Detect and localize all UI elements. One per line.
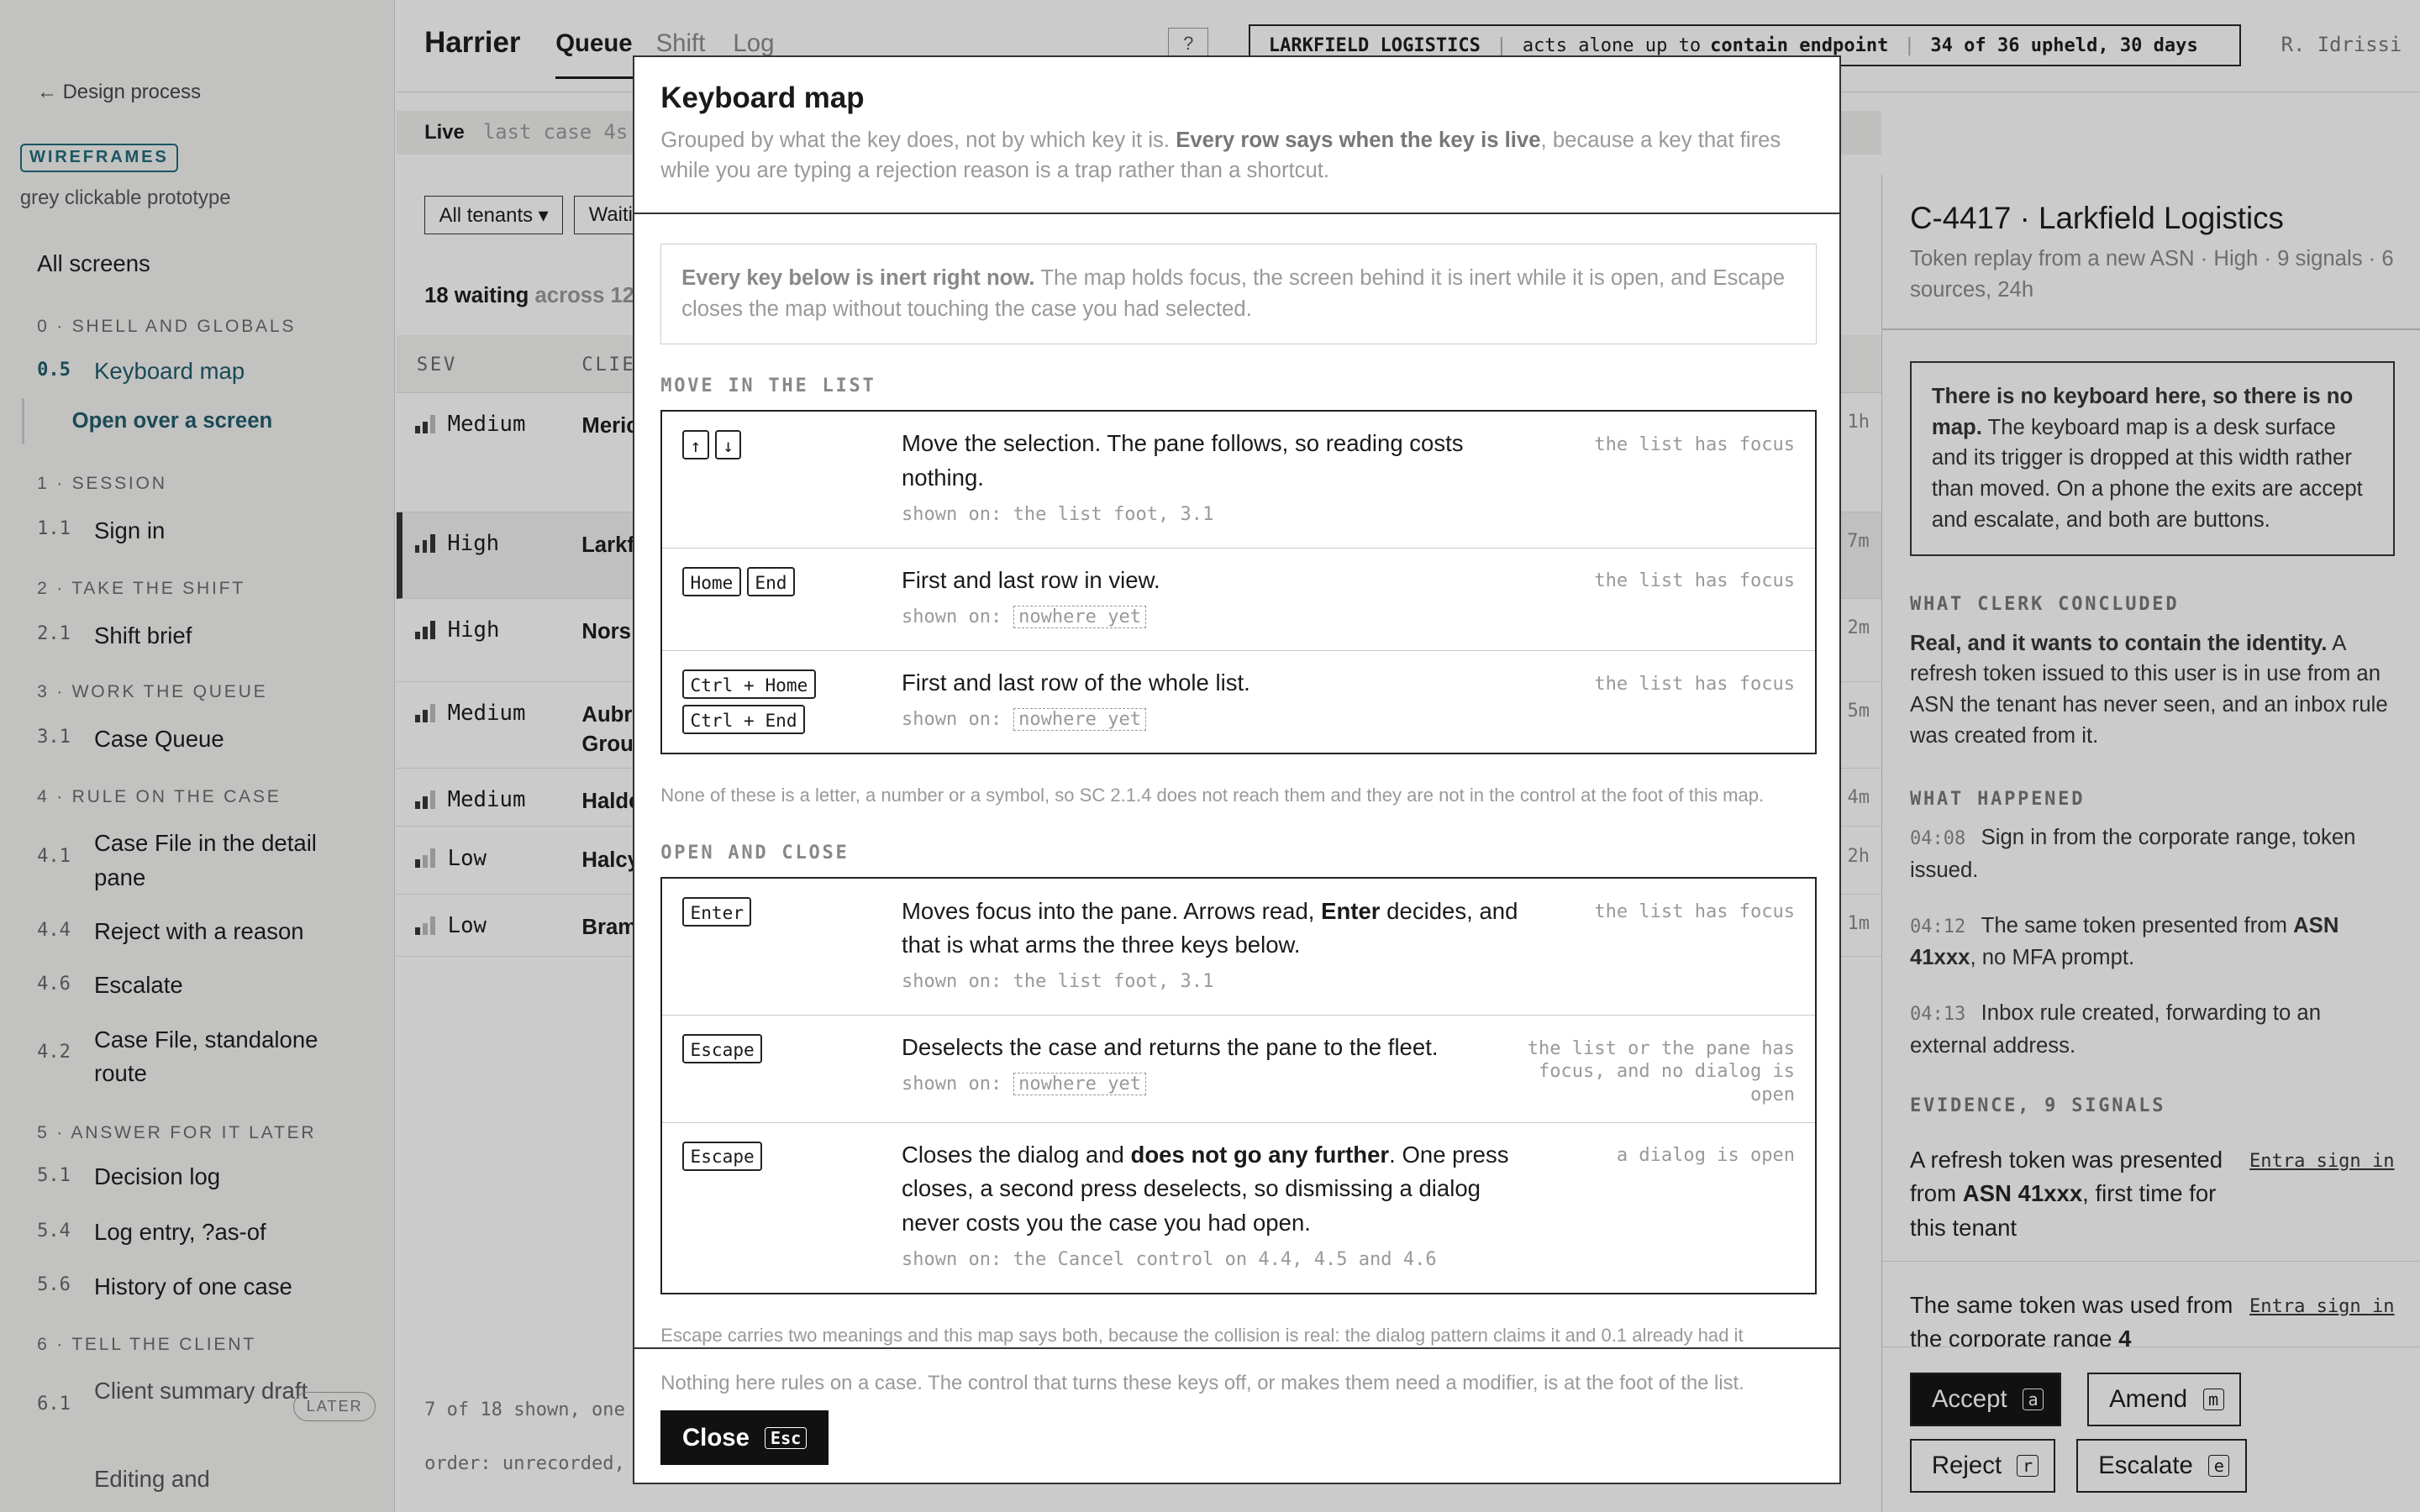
shown-on: shown on: nowhere yet (902, 703, 1519, 737)
shown-value: the list foot, 3.1 (1013, 971, 1214, 993)
desc-part: Moves focus into the pane. Arrows read, (901, 897, 1322, 924)
dialog-footer: Nothing here rules on a case. The contro… (634, 1347, 1840, 1483)
key-group: Escape (682, 1031, 902, 1106)
key-when: the list has focus (1594, 673, 1796, 695)
ctrl-home-key: Ctrl + Home (682, 669, 816, 699)
shown-prefix: shown on: (901, 971, 1013, 993)
dialog-title: Keyboard map (660, 81, 865, 115)
desc-part: Closes the dialog and (901, 1141, 1131, 1168)
shown-on: shown on: the list foot, 3.1 (902, 498, 1519, 532)
ctrl-end-key: Ctrl + End (682, 705, 805, 735)
arrow-up-key: ↑ (682, 430, 709, 460)
intro-text: Grouped by what the key does, not by whi… (660, 128, 1176, 152)
group-note: Escape carries two meanings and this map… (660, 1324, 1744, 1346)
enter-key: Enter (682, 897, 752, 927)
dialog-body[interactable]: Every key below is inert right now. The … (634, 216, 1839, 1347)
button-label: Close (681, 1423, 750, 1452)
key-table-open-close: Enter Moves focus into the pane. Arrows … (660, 877, 1817, 1294)
key-row: Escape Closes the dialog and does not go… (662, 1123, 1815, 1293)
inert-bold: Every key below is inert right now. (681, 266, 1035, 291)
key-description: Closes the dialog and does not go any fu… (902, 1138, 1519, 1277)
shown-value: nowhere yet (1013, 606, 1147, 629)
inert-notice: Every key below is inert right now. The … (660, 244, 1817, 344)
shown-prefix: shown on: (901, 709, 1013, 731)
group-title-move: MOVE IN THE LIST (660, 375, 876, 396)
close-button[interactable]: Close Esc (660, 1410, 829, 1465)
key-when: the list has focus (1594, 570, 1796, 592)
key-when: a dialog is open (1616, 1145, 1796, 1167)
intro-bold: Every row says when the key is live (1176, 128, 1541, 152)
key-group: Ctrl + Home Ctrl + End (682, 666, 902, 737)
shown-prefix: shown on: (901, 503, 1013, 525)
key-when: the list has focus (1594, 433, 1796, 455)
key-when: the list has focus (1594, 901, 1796, 922)
app-root: ← Design process WIREFRAMES grey clickab… (0, 0, 2420, 1512)
desc-part: Deselects the case and returns the pane … (901, 1034, 1439, 1061)
desc-bold: Enter (1321, 897, 1381, 924)
home-key: Home (682, 566, 741, 596)
shown-prefix: shown on: (901, 606, 1013, 628)
description-text: Closes the dialog and does not go any fu… (902, 1138, 1519, 1240)
description-text: Move the selection. The pane follows, so… (901, 430, 1464, 491)
shown-value: the list foot, 3.1 (1013, 503, 1214, 525)
key-when: the list or the pane has focus, and no d… (1527, 1037, 1796, 1105)
description-text: Deselects the case and returns the pane … (902, 1031, 1519, 1064)
group-title-open-close: OPEN AND CLOSE (660, 842, 850, 864)
key-group: Home End (682, 564, 902, 634)
description-text: First and last row in view. (901, 567, 1160, 594)
keyboard-map-dialog: Keyboard map Grouped by what the key doe… (633, 55, 1842, 1484)
key-group: Enter (682, 895, 902, 1000)
key-table-move: ↑ ↓ Move the selection. The pane follows,… (660, 410, 1817, 755)
escape-key: Escape (682, 1141, 763, 1171)
shown-value: the Cancel control on 4.4, 4.5 and 4.6 (1013, 1248, 1437, 1270)
key-row: ↑ ↓ Move the selection. The pane follows,… (662, 412, 1815, 549)
shown-on: shown on: the Cancel control on 4.4, 4.5… (902, 1243, 1519, 1277)
group-note: None of these is a letter, a number or a… (660, 785, 1765, 806)
key-row: Home End First and last row in view. shown… (662, 549, 1815, 651)
key-description: Move the selection. The pane follows, so… (902, 427, 1519, 532)
shown-prefix: shown on: (901, 1074, 1013, 1095)
key-description: Deselects the case and returns the pane … (902, 1031, 1519, 1106)
arrow-down-key: ↓ (714, 430, 742, 460)
key-description: First and last row of the whole list. sho… (902, 666, 1519, 737)
key-row: Ctrl + Home Ctrl + End First and last row… (662, 651, 1815, 753)
shown-value: nowhere yet (1013, 708, 1147, 732)
shown-value: nowhere yet (1013, 1073, 1147, 1096)
shown-prefix: shown on: (901, 1248, 1013, 1270)
key-group: Escape (682, 1138, 902, 1277)
key-row: Escape Deselects the case and returns th… (662, 1016, 1815, 1123)
key-description: Moves focus into the pane. Arrows read, … (902, 895, 1519, 1000)
end-key: End (747, 566, 795, 596)
shown-on: shown on: nowhere yet (902, 601, 1519, 634)
footer-note: Nothing here rules on a case. The contro… (660, 1372, 1744, 1395)
escape-key: Escape (682, 1033, 763, 1063)
description-text: First and last row of the whole list. (901, 669, 1250, 696)
description-text: Moves focus into the pane. Arrows read, … (902, 895, 1519, 963)
shown-on: shown on: the list foot, 3.1 (902, 965, 1519, 999)
shown-on: shown on: nowhere yet (902, 1068, 1519, 1101)
dialog-intro: Grouped by what the key does, not by whi… (660, 125, 1817, 186)
shortcut-key: Esc (765, 1426, 807, 1449)
dialog-header: Keyboard map Grouped by what the key doe… (634, 57, 1840, 215)
key-row: Enter Moves focus into the pane. Arrows … (662, 879, 1815, 1016)
key-description: First and last row in view. shown on: now… (902, 564, 1519, 634)
desc-bold: does not go any further (1130, 1141, 1390, 1168)
key-group: ↑ ↓ (682, 427, 902, 532)
